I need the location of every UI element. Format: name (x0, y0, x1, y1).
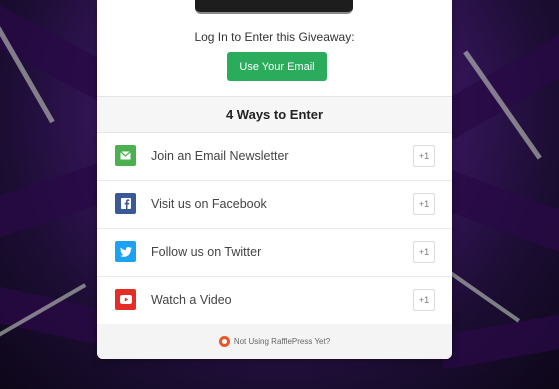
login-prompt: Log In to Enter this Giveaway: (194, 30, 355, 44)
entry-label: Watch a Video (151, 293, 232, 307)
youtube-icon (115, 289, 136, 310)
rafflepress-logo-icon (218, 336, 230, 347)
giveaway-image (195, 0, 353, 14)
ways-to-enter-title: 4 Ways to Enter (97, 96, 452, 133)
entry-label: Follow us on Twitter (151, 245, 262, 259)
entry-watch-video[interactable]: Watch a Video +1 (97, 276, 452, 325)
use-email-button[interactable]: Use Your Email (227, 52, 327, 81)
twitter-icon (115, 241, 136, 262)
entry-facebook[interactable]: Visit us on Facebook +1 (97, 180, 452, 229)
envelope-icon (115, 145, 136, 166)
giveaway-widget: Log In to Enter this Giveaway: Use Your … (97, 0, 452, 359)
entry-points-badge: +1 (413, 289, 435, 311)
entry-twitter[interactable]: Follow us on Twitter +1 (97, 228, 452, 277)
footer-link[interactable]: Not Using RafflePress Yet? (234, 337, 330, 346)
entry-label: Join an Email Newsletter (151, 149, 289, 163)
entry-label: Visit us on Facebook (151, 197, 267, 211)
rafflepress-footer[interactable]: Not Using RafflePress Yet? (97, 324, 452, 359)
entry-points-badge: +1 (413, 145, 435, 167)
entry-points-badge: +1 (413, 193, 435, 215)
entry-points-badge: +1 (413, 241, 435, 263)
entry-email-newsletter[interactable]: Join an Email Newsletter +1 (97, 132, 452, 181)
facebook-icon (115, 193, 136, 214)
